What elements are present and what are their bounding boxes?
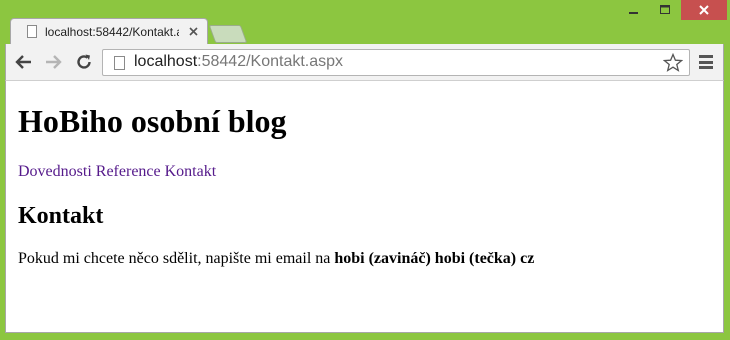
forward-button[interactable] (43, 52, 63, 72)
maximize-button[interactable] (651, 0, 679, 20)
title-bar: localhost:58442/Kontakt.aspx (0, 0, 730, 44)
minimize-button[interactable] (619, 0, 648, 20)
nav-link-kontakt[interactable]: Kontakt (165, 163, 217, 180)
section-heading: Kontakt (18, 203, 104, 229)
star-icon (662, 52, 684, 72)
minimize-icon (628, 12, 638, 14)
nav-link-dovednosti[interactable]: Dovednosti (18, 163, 92, 180)
page-icon (27, 25, 37, 38)
address-bar[interactable]: localhost:58442/Kontakt.aspx (102, 49, 690, 76)
page-viewport: HoBiho osobní blog Dovednosti Reference … (5, 80, 724, 333)
browser-toolbar: localhost:58442/Kontakt.aspx (5, 44, 724, 80)
nav-link-reference[interactable]: Reference (96, 163, 161, 180)
back-button[interactable] (14, 52, 34, 72)
page-title: HoBiho osobní blog (18, 103, 287, 139)
reload-button[interactable] (74, 52, 94, 72)
browser-tab[interactable]: localhost:58442/Kontakt.aspx (10, 18, 208, 44)
tab-title: localhost:58442/Kontakt.aspx (45, 24, 179, 39)
url-text: localhost:58442/Kontakt.aspx (134, 53, 343, 71)
contact-text: Pokud mi chcete něco sdělit, napište mi … (18, 250, 335, 267)
site-navigation: Dovednosti Reference Kontakt (18, 163, 216, 181)
maximize-icon (659, 5, 670, 14)
reload-icon (77, 54, 91, 69)
contact-paragraph: Pokud mi chcete něco sdělit, napište mi … (18, 250, 534, 268)
menu-icon (699, 55, 713, 58)
back-arrow-icon (15, 55, 31, 69)
close-icon (188, 27, 198, 36)
browser-menu-button[interactable] (699, 54, 715, 70)
window-close-button[interactable] (681, 0, 727, 20)
browser-window: localhost:58442/Kontakt.aspx localhost:5… (0, 0, 730, 340)
url-host: localhost (134, 53, 198, 70)
page-icon (114, 56, 125, 70)
bookmark-star-button[interactable] (662, 52, 684, 73)
url-path: :58442/Kontakt.aspx (197, 53, 344, 70)
forward-arrow-icon (46, 55, 62, 69)
contact-email: hobi (zavináč) hobi (tečka) cz (334, 250, 535, 267)
new-tab-button[interactable] (208, 25, 248, 43)
close-icon (699, 5, 709, 15)
tab-close-button[interactable] (187, 26, 199, 38)
